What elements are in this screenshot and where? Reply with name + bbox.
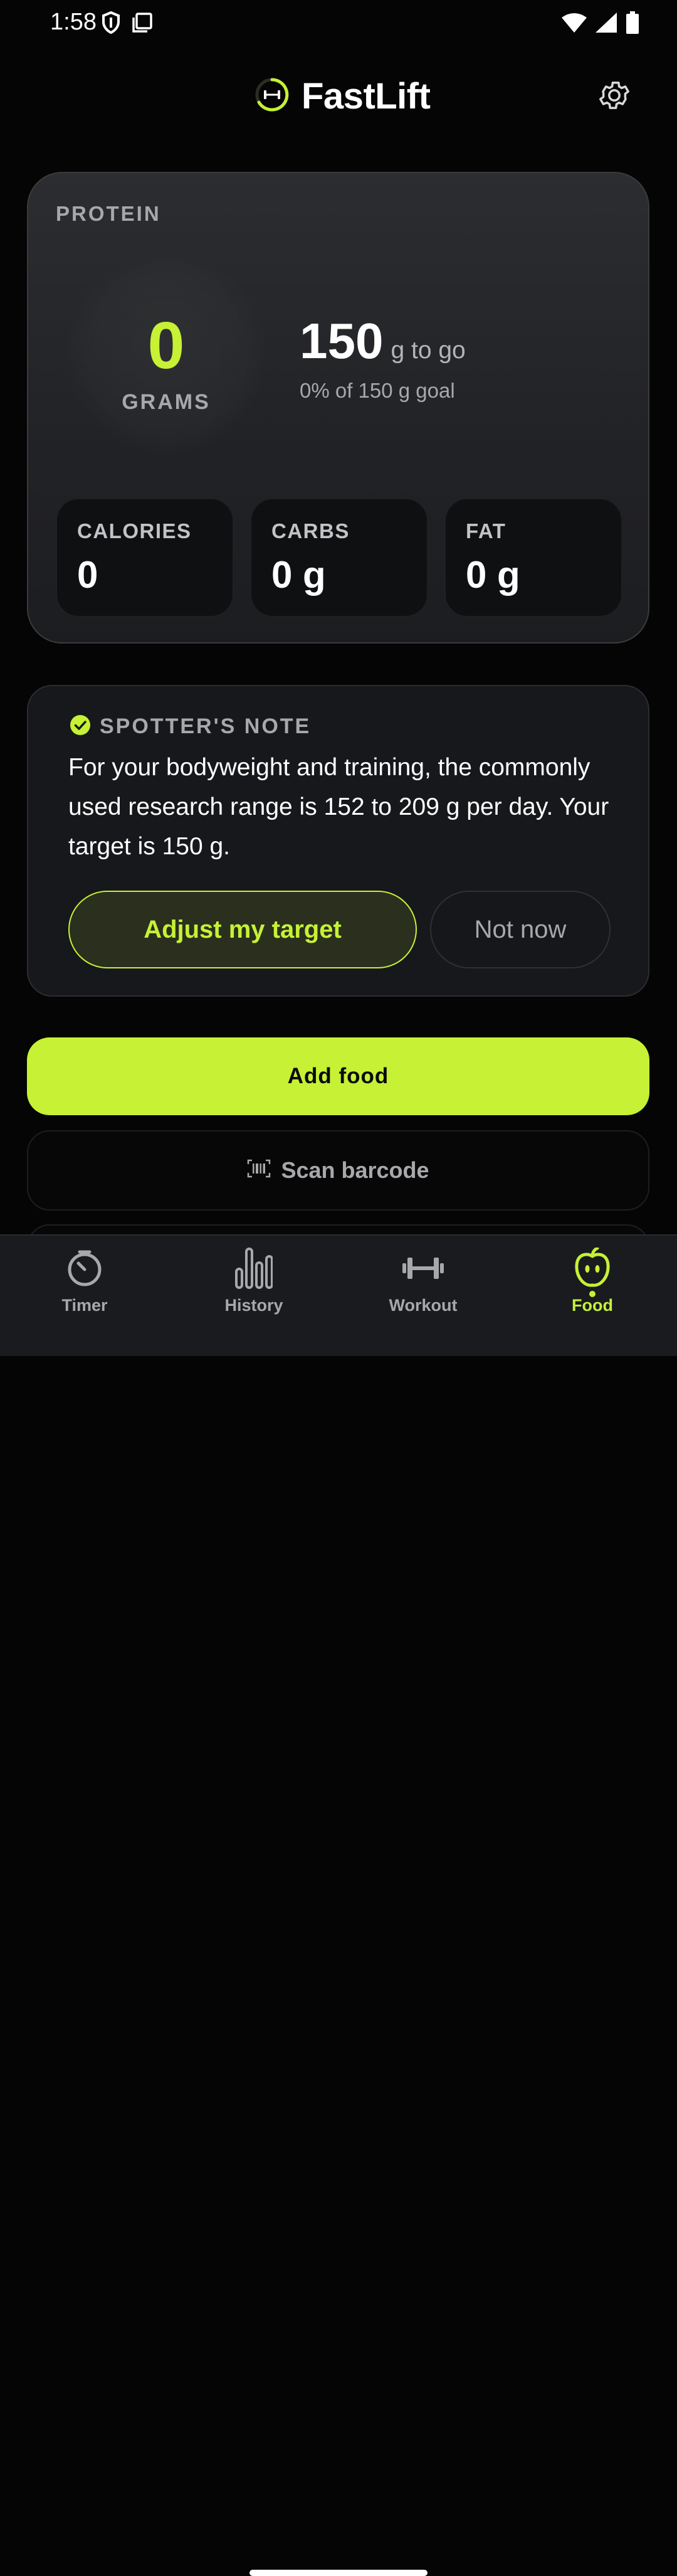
check-circle-icon: [70, 714, 91, 739]
note-body: For your bodyweight and training, the co…: [68, 754, 609, 860]
protein-label: PROTEIN: [56, 202, 161, 225]
spotter-note-card: SPOTTER'S NOTE For your bodyweight and t…: [27, 685, 649, 997]
bottom-nav: Timer History Workout Food: [0, 1234, 677, 2576]
barcode-icon: [247, 1157, 271, 1184]
nav-label: Food: [572, 1296, 613, 1315]
brand: FastLift: [254, 75, 431, 117]
nav-history[interactable]: History: [169, 1236, 338, 1330]
macro-value: 0: [77, 554, 98, 596]
protein-remaining: 150 g to go: [300, 316, 466, 366]
macro-label: CALORIES: [77, 519, 192, 543]
nav-label: History: [224, 1296, 283, 1315]
macro-tile-carbs: CARBS 0 g: [250, 498, 428, 617]
signal-icon: [596, 13, 617, 36]
apple-icon: [508, 1244, 677, 1292]
shield-icon: [102, 11, 120, 37]
note-header: SPOTTER'S NOTE: [70, 714, 311, 739]
adjust-target-button[interactable]: Adjust my target: [68, 891, 417, 968]
wifi-icon: [562, 13, 587, 36]
dumbbell-icon: [338, 1244, 508, 1292]
goal-progress-text: 0% of 150 g goal: [300, 379, 455, 402]
note-title: SPOTTER'S NOTE: [100, 714, 312, 738]
status-time: 1:58: [50, 9, 97, 35]
stopwatch-icon: [0, 1244, 169, 1292]
protein-grams-value: 0: [147, 309, 185, 383]
macro-label: CARBS: [271, 519, 350, 543]
battery-icon: [626, 11, 639, 37]
remaining-unit: g to go: [391, 337, 466, 364]
macro-value: 0 g: [466, 554, 520, 596]
macro-tile-fat: FAT 0 g: [444, 498, 622, 617]
nav-timer[interactable]: Timer: [0, 1236, 169, 1330]
protein-grams-unit: GRAMS: [122, 390, 211, 414]
dumbbell-ring-logo: [254, 77, 290, 116]
gear-icon: [597, 78, 632, 116]
app-header: FastLift: [0, 69, 677, 125]
settings-button[interactable]: [596, 78, 633, 115]
protein-card: PROTEIN 0 GRAMS 150 g to go 0% of 150 g …: [27, 172, 649, 644]
macro-tile-calories: CALORIES 0: [56, 498, 234, 617]
nav-food[interactable]: Food: [508, 1236, 677, 1330]
status-bar: 1:58: [0, 0, 677, 48]
app-title: FastLift: [302, 76, 431, 117]
scan-barcode-button[interactable]: Scan barcode: [27, 1130, 649, 1211]
screenshot-icon: [132, 12, 153, 36]
remaining-value: 150: [300, 313, 384, 369]
add-food-button[interactable]: Add food: [27, 1037, 649, 1115]
bar-chart-icon: [169, 1244, 338, 1292]
macro-label: FAT: [466, 519, 506, 543]
home-indicator[interactable]: [249, 2570, 428, 2576]
nav-label: Timer: [61, 1296, 108, 1315]
scan-barcode-label: Scan barcode: [281, 1157, 429, 1183]
nav-workout[interactable]: Workout: [338, 1236, 508, 1330]
macro-value: 0 g: [271, 554, 326, 596]
not-now-button[interactable]: Not now: [430, 891, 611, 968]
nav-label: Workout: [389, 1296, 458, 1315]
